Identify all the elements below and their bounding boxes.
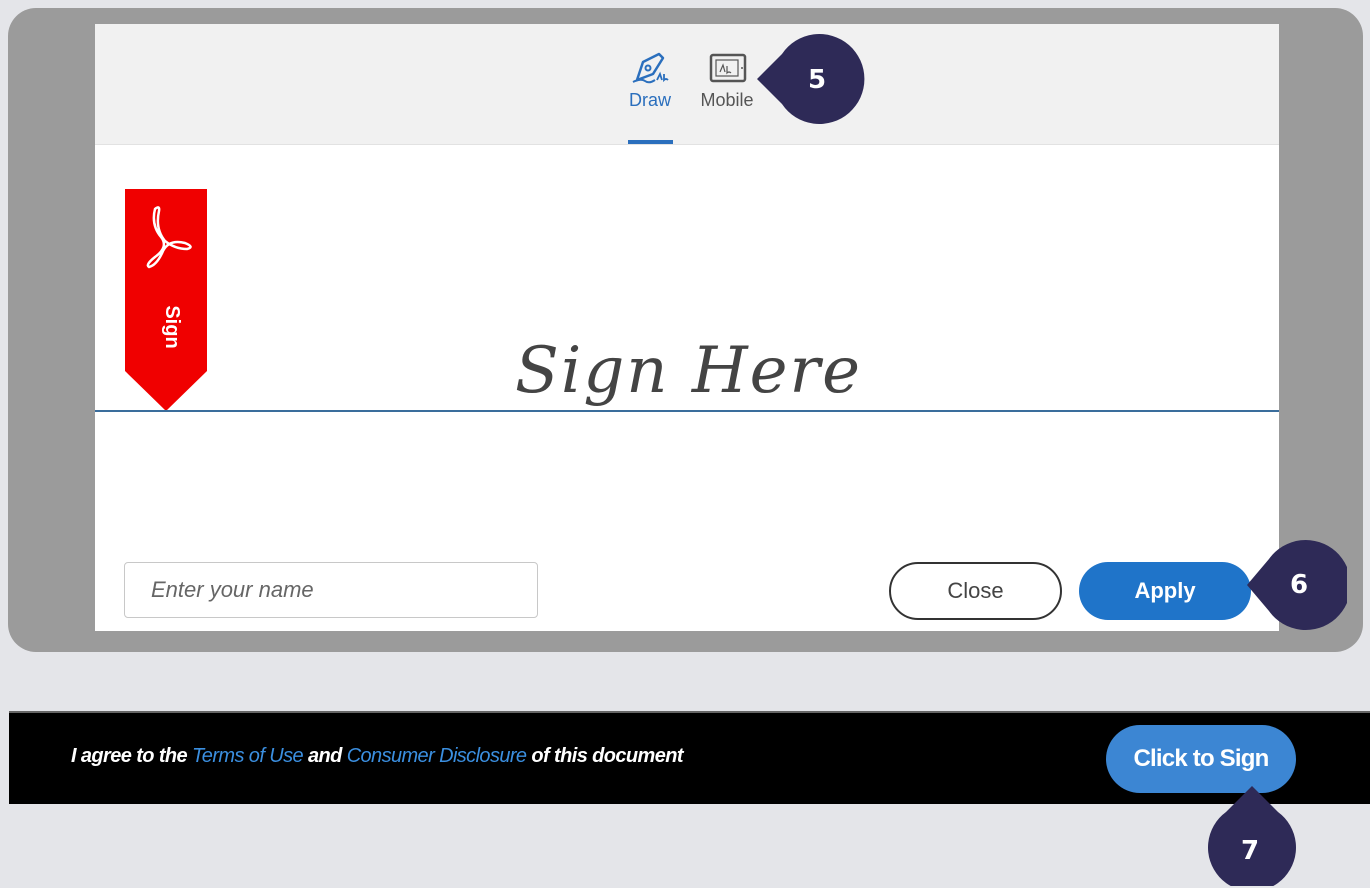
tab-mobile-label: Mobile — [700, 90, 754, 110]
agreement-suffix: of this document — [526, 745, 683, 767]
signature-line — [95, 410, 1279, 412]
close-button[interactable]: Close — [889, 562, 1062, 620]
click-to-sign-button[interactable]: Click to Sign — [1106, 725, 1296, 793]
callout-5-number: 5 — [807, 65, 827, 95]
consumer-disclosure-link[interactable]: Consumer Disclosure — [347, 745, 527, 767]
sign-ribbon: Sign — [125, 189, 207, 411]
ribbon-sign-label: Sign — [161, 305, 183, 348]
tab-draw-label: Draw — [628, 90, 671, 110]
terms-of-use-link[interactable]: Terms of Use — [192, 745, 304, 767]
agreement-text: I agree to the Terms of Use and Consumer… — [71, 745, 684, 768]
sign-agreement-bar: I agree to the Terms of Use and Consumer… — [9, 711, 1370, 804]
signature-tab-bar: Draw Mobile — [95, 24, 1279, 145]
agreement-middle: and — [303, 745, 347, 767]
agreement-prefix: I agree to the — [71, 745, 193, 767]
apply-button[interactable]: Apply — [1079, 562, 1251, 620]
callout-7-number: 7 — [1240, 836, 1260, 866]
callout-6-number: 6 — [1289, 570, 1309, 600]
sign-here-placeholder: Sign Here — [515, 334, 862, 408]
signature-panel: Draw Mobile Sign Sign Here Close Apply — [95, 24, 1279, 631]
pen-draw-icon — [632, 52, 669, 84]
tab-mobile[interactable]: Mobile — [695, 50, 759, 111]
tab-selected-indicator — [628, 140, 673, 144]
tab-draw[interactable]: Draw — [622, 50, 678, 111]
name-input[interactable] — [124, 562, 538, 618]
mobile-tablet-icon — [709, 53, 747, 83]
